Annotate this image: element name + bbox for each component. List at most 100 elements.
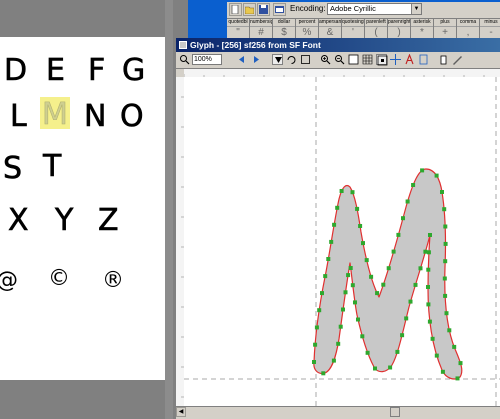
- contour-point[interactable]: [314, 325, 319, 330]
- contour-point[interactable]: [443, 241, 448, 246]
- glyph-cell[interactable]: plus +: [434, 19, 457, 39]
- glyph-window-title-bar[interactable]: Glyph - [256] sf256 from SF Font: [176, 38, 500, 52]
- contour-point[interactable]: [369, 274, 374, 279]
- contour-point[interactable]: [442, 207, 447, 212]
- contour-point[interactable]: [365, 350, 370, 355]
- contour-point[interactable]: [411, 183, 416, 187]
- char-cell-y[interactable]: Y: [54, 203, 75, 239]
- show-metrics-icon[interactable]: [418, 54, 429, 65]
- contour-point[interactable]: [355, 206, 360, 211]
- contour-point[interactable]: [375, 291, 380, 296]
- show-points-icon[interactable]: [376, 54, 388, 66]
- contour-point[interactable]: [331, 358, 336, 363]
- char-cell-l[interactable]: L: [10, 99, 28, 135]
- grid-icon[interactable]: [362, 54, 373, 65]
- char-cell-x[interactable]: X: [8, 203, 29, 239]
- scrollbar-thumb[interactable]: [390, 407, 400, 417]
- contour-point[interactable]: [430, 336, 435, 341]
- show-guides-icon[interactable]: [390, 54, 401, 65]
- rotate-tool-icon[interactable]: [286, 54, 297, 65]
- font-properties-icon[interactable]: [273, 3, 286, 16]
- zoom-icon[interactable]: [179, 54, 190, 65]
- contour-point[interactable]: [405, 199, 410, 204]
- contour-point[interactable]: [413, 282, 418, 287]
- contour-point[interactable]: [423, 249, 428, 254]
- char-cell-copyright[interactable]: ©: [48, 266, 70, 291]
- hand-tool-icon[interactable]: [438, 54, 449, 65]
- contour-point[interactable]: [408, 299, 413, 304]
- glyph-cell[interactable]: asterisk *: [411, 19, 434, 39]
- contour-point[interactable]: [350, 190, 355, 195]
- char-cell-o[interactable]: O: [120, 99, 144, 135]
- char-cell-e[interactable]: E: [46, 53, 66, 89]
- contour-point[interactable]: [360, 334, 365, 339]
- contour-point[interactable]: [313, 342, 318, 347]
- char-cell-m[interactable]: M: [42, 97, 68, 133]
- scroll-left-button[interactable]: ◀: [176, 407, 186, 417]
- glyph-table[interactable]: quotedbl"numbersign#dollar$percent%amper…: [227, 18, 500, 39]
- contour-point[interactable]: [381, 282, 386, 287]
- contour-point[interactable]: [339, 189, 344, 193]
- glyph-cell[interactable]: percent%: [296, 19, 319, 39]
- next-glyph-icon[interactable]: [251, 54, 262, 65]
- contour-point[interactable]: [426, 250, 431, 255]
- contour-point[interactable]: [388, 365, 393, 370]
- contour-point[interactable]: [418, 266, 423, 271]
- contour-point[interactable]: [317, 308, 322, 313]
- contour-point[interactable]: [323, 274, 328, 279]
- char-cell-g[interactable]: G: [122, 53, 146, 89]
- contour-point[interactable]: [343, 290, 348, 295]
- contour-point[interactable]: [426, 267, 431, 272]
- glyph-cell[interactable]: parenright): [388, 19, 411, 39]
- knife-tool-icon[interactable]: [452, 54, 463, 65]
- glyph-cell[interactable]: quotedbl ": [227, 19, 250, 39]
- contour-point[interactable]: [434, 353, 439, 358]
- contour-point[interactable]: [336, 341, 341, 346]
- contour-point[interactable]: [426, 302, 431, 307]
- contour-point[interactable]: [329, 239, 334, 244]
- char-cell-s[interactable]: S: [3, 151, 23, 187]
- contour-point[interactable]: [364, 258, 369, 263]
- open-folder-icon[interactable]: [243, 3, 256, 16]
- contour-point[interactable]: [341, 307, 345, 312]
- encoding-select[interactable]: Adobe Cyrillic ▼: [327, 3, 422, 15]
- char-cell-d[interactable]: D: [4, 53, 28, 89]
- contour-point[interactable]: [386, 266, 391, 271]
- glyph-cell[interactable]: comma,: [457, 19, 480, 39]
- contour-point[interactable]: [455, 376, 460, 381]
- contour-point[interactable]: [458, 361, 463, 366]
- contour-point[interactable]: [452, 344, 457, 349]
- glyph-cell[interactable]: numbersign#: [250, 19, 273, 39]
- glyph-contour[interactable]: [313, 168, 463, 380]
- contour-point[interactable]: [440, 369, 445, 374]
- glyph-edit-canvas[interactable]: [184, 77, 500, 406]
- save-icon[interactable]: [257, 3, 270, 16]
- zoom-select[interactable]: 100%: [192, 54, 222, 65]
- contour-point[interactable]: [443, 293, 448, 298]
- glyph-cell[interactable]: ampersand&: [319, 19, 342, 39]
- glyph-cell[interactable]: dollar $: [273, 19, 296, 39]
- show-template-icon[interactable]: [404, 54, 415, 65]
- contour-point[interactable]: [346, 273, 351, 278]
- contour-point[interactable]: [395, 349, 400, 354]
- char-cell-f[interactable]: F: [88, 53, 106, 89]
- pointer-tool-icon[interactable]: [272, 54, 283, 65]
- contour-point[interactable]: [400, 333, 405, 338]
- contour-point[interactable]: [321, 371, 326, 376]
- contour-point[interactable]: [396, 232, 401, 237]
- contour-point[interactable]: [427, 319, 432, 324]
- contour-point[interactable]: [428, 233, 432, 237]
- contour-point[interactable]: [443, 259, 448, 264]
- glyph-cell[interactable]: minus -: [480, 19, 500, 39]
- transform-icon[interactable]: [300, 54, 311, 65]
- contour-point[interactable]: [348, 266, 353, 270]
- char-cell-z[interactable]: Z: [98, 203, 119, 239]
- horizontal-scrollbar[interactable]: ◀: [176, 406, 500, 417]
- contour-point[interactable]: [356, 317, 360, 322]
- contour-point[interactable]: [353, 300, 357, 305]
- char-cell-registered[interactable]: ®: [102, 268, 124, 293]
- char-cell-n[interactable]: N: [84, 99, 107, 135]
- contour-point[interactable]: [373, 366, 377, 371]
- contour-point[interactable]: [312, 360, 316, 364]
- contour-point[interactable]: [443, 224, 448, 229]
